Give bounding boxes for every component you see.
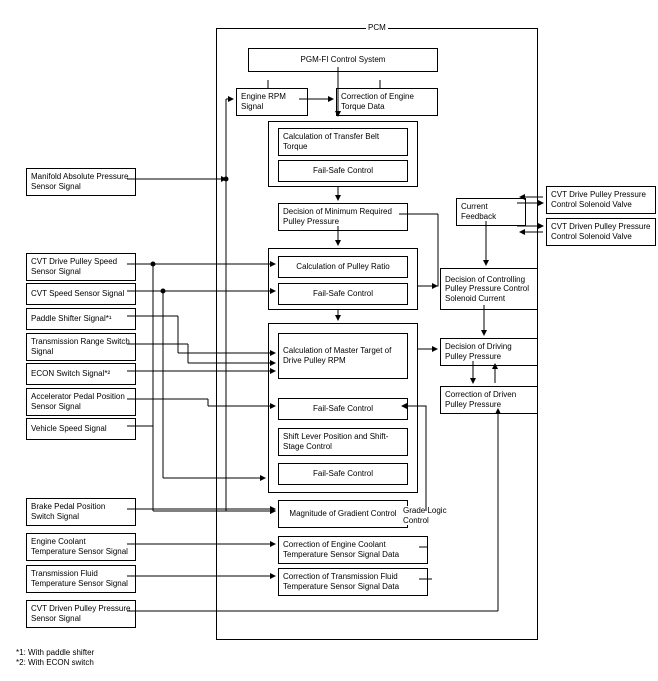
output-driven-solenoid: CVT Driven Pulley Pressure Control Solen… <box>546 218 656 246</box>
input-trans-range: Transmission Range Switch Signal <box>26 333 136 361</box>
input-paddle-shifter: Paddle Shifter Signal*¹ <box>26 308 136 330</box>
input-econ: ECON Switch Signal*² <box>26 363 136 385</box>
driving-pulley: Decision of Driving Pulley Pressure <box>440 338 538 366</box>
pcm-label: PCM <box>366 23 388 33</box>
input-cvt-speed: CVT Speed Sensor Signal <box>26 283 136 305</box>
driven-correction: Correction of Driven Pulley Pressure <box>440 386 538 414</box>
engine-rpm: Engine RPM Signal <box>236 88 308 116</box>
input-driven-pulley-press: CVT Driven Pulley Pressure Sensor Signal <box>26 600 136 628</box>
input-trans-fluid-temp: Transmission Fluid Temperature Sensor Si… <box>26 565 136 593</box>
calc-pulley-ratio: Calculation of Pulley Ratio <box>278 256 408 278</box>
failsafe1: Fail-Safe Control <box>278 160 408 182</box>
min-pulley-press: Decision of Minimum Required Pulley Pres… <box>278 203 408 231</box>
input-vehicle-speed: Vehicle Speed Signal <box>26 418 136 440</box>
current-feedback: Current Feedback <box>456 198 526 226</box>
footnote2: *2: With ECON switch <box>16 658 94 668</box>
calc-belt-torque: Calculation of Transfer Belt Torque <box>278 128 408 156</box>
solenoid-current: Decision of Controlling Pulley Pressure … <box>440 268 538 310</box>
fluid-correction: Correction of Transmission Fluid Tempera… <box>278 568 428 596</box>
input-coolant-temp: Engine Coolant Temperature Sensor Signal <box>26 533 136 561</box>
calc-master-target: Calculation of Master Target of Drive Pu… <box>278 333 408 379</box>
shift-lever: Shift Lever Position and Shift-Stage Con… <box>278 428 408 456</box>
input-accel-pedal: Accelerator Pedal Position Sensor Signal <box>26 388 136 416</box>
output-drive-solenoid: CVT Drive Pulley Pressure Control Soleno… <box>546 186 656 214</box>
failsafe2: Fail-Safe Control <box>278 283 408 305</box>
input-drive-pulley-speed: CVT Drive Pulley Speed Sensor Signal <box>26 253 136 281</box>
grade-logic-label: Grade Logic Control <box>403 506 451 525</box>
pgm-fi: PGM-FI Control System <box>248 48 438 72</box>
input-brake-pedal: Brake Pedal Position Switch Signal <box>26 498 136 526</box>
torque-correction: Correction of Engine Torque Data <box>336 88 438 116</box>
gradient: Magnitude of Gradient Control <box>278 500 408 528</box>
failsafe4: Fail-Safe Control <box>278 463 408 485</box>
coolant-correction: Correction of Engine Coolant Temperature… <box>278 536 428 564</box>
failsafe3: Fail-Safe Control <box>278 398 408 420</box>
input-manifold: Manifold Absolute Pressure Sensor Signal <box>26 168 136 196</box>
footnote1: *1: With paddle shifter <box>16 648 94 658</box>
